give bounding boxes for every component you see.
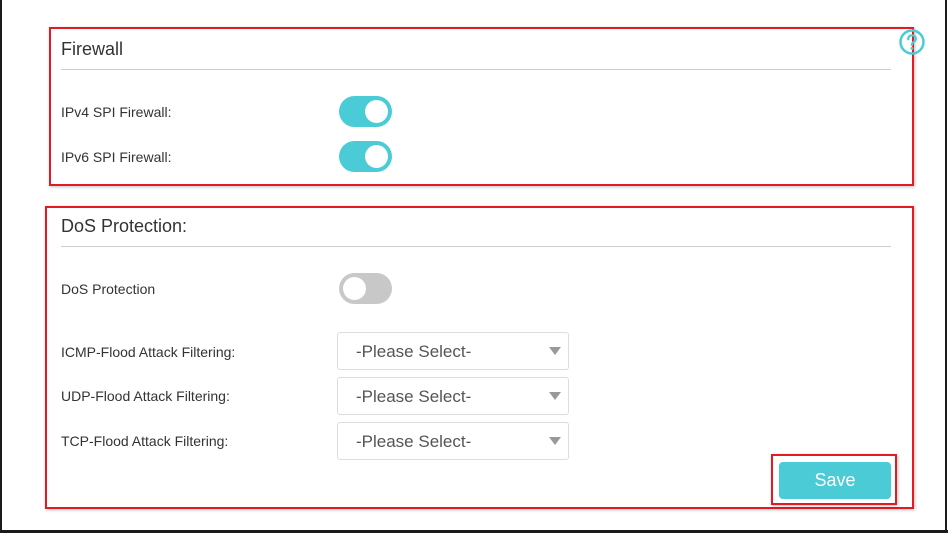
icmp-flood-select-value: -Please Select- (356, 342, 472, 361)
toggle-knob (343, 277, 366, 300)
ipv6-spi-firewall-toggle[interactable] (339, 141, 392, 172)
ipv6-spi-firewall-label: IPv6 SPI Firewall: (61, 149, 172, 165)
udp-flood-select-value: -Please Select- (356, 387, 472, 406)
help-icon[interactable] (899, 29, 925, 55)
chevron-down-icon (549, 437, 561, 445)
window-border-left (0, 0, 2, 533)
ipv4-spi-firewall-label: IPv4 SPI Firewall: (61, 104, 172, 120)
tcp-flood-select-value: -Please Select- (356, 432, 472, 451)
firewall-section-title: Firewall (61, 39, 124, 59)
window-border-right (945, 0, 947, 533)
dos-protection-toggle[interactable] (339, 273, 392, 304)
toggle-knob (365, 145, 388, 168)
chevron-down-icon (549, 347, 561, 355)
firewall-section-highlight (49, 27, 914, 186)
dos-divider (61, 246, 891, 247)
ipv4-spi-firewall-toggle[interactable] (339, 96, 392, 127)
save-button[interactable]: Save (779, 462, 891, 499)
tcp-flood-select[interactable]: -Please Select- (337, 422, 569, 460)
dos-section-title: DoS Protection: (61, 216, 188, 236)
dos-protection-label: DoS Protection (61, 281, 156, 297)
chevron-down-icon (549, 392, 561, 400)
udp-flood-label: UDP-Flood Attack Filtering: (61, 388, 230, 404)
udp-flood-select[interactable]: -Please Select- (337, 377, 569, 415)
tcp-flood-label: TCP-Flood Attack Filtering: (61, 433, 229, 449)
firewall-settings-page: Firewall IPv4 SPI Firewall: IPv6 SPI Fir… (0, 0, 948, 533)
icmp-flood-label: ICMP-Flood Attack Filtering: (61, 344, 236, 360)
icmp-flood-select[interactable]: -Please Select- (337, 332, 569, 370)
toggle-knob (365, 100, 388, 123)
firewall-divider (61, 69, 891, 70)
